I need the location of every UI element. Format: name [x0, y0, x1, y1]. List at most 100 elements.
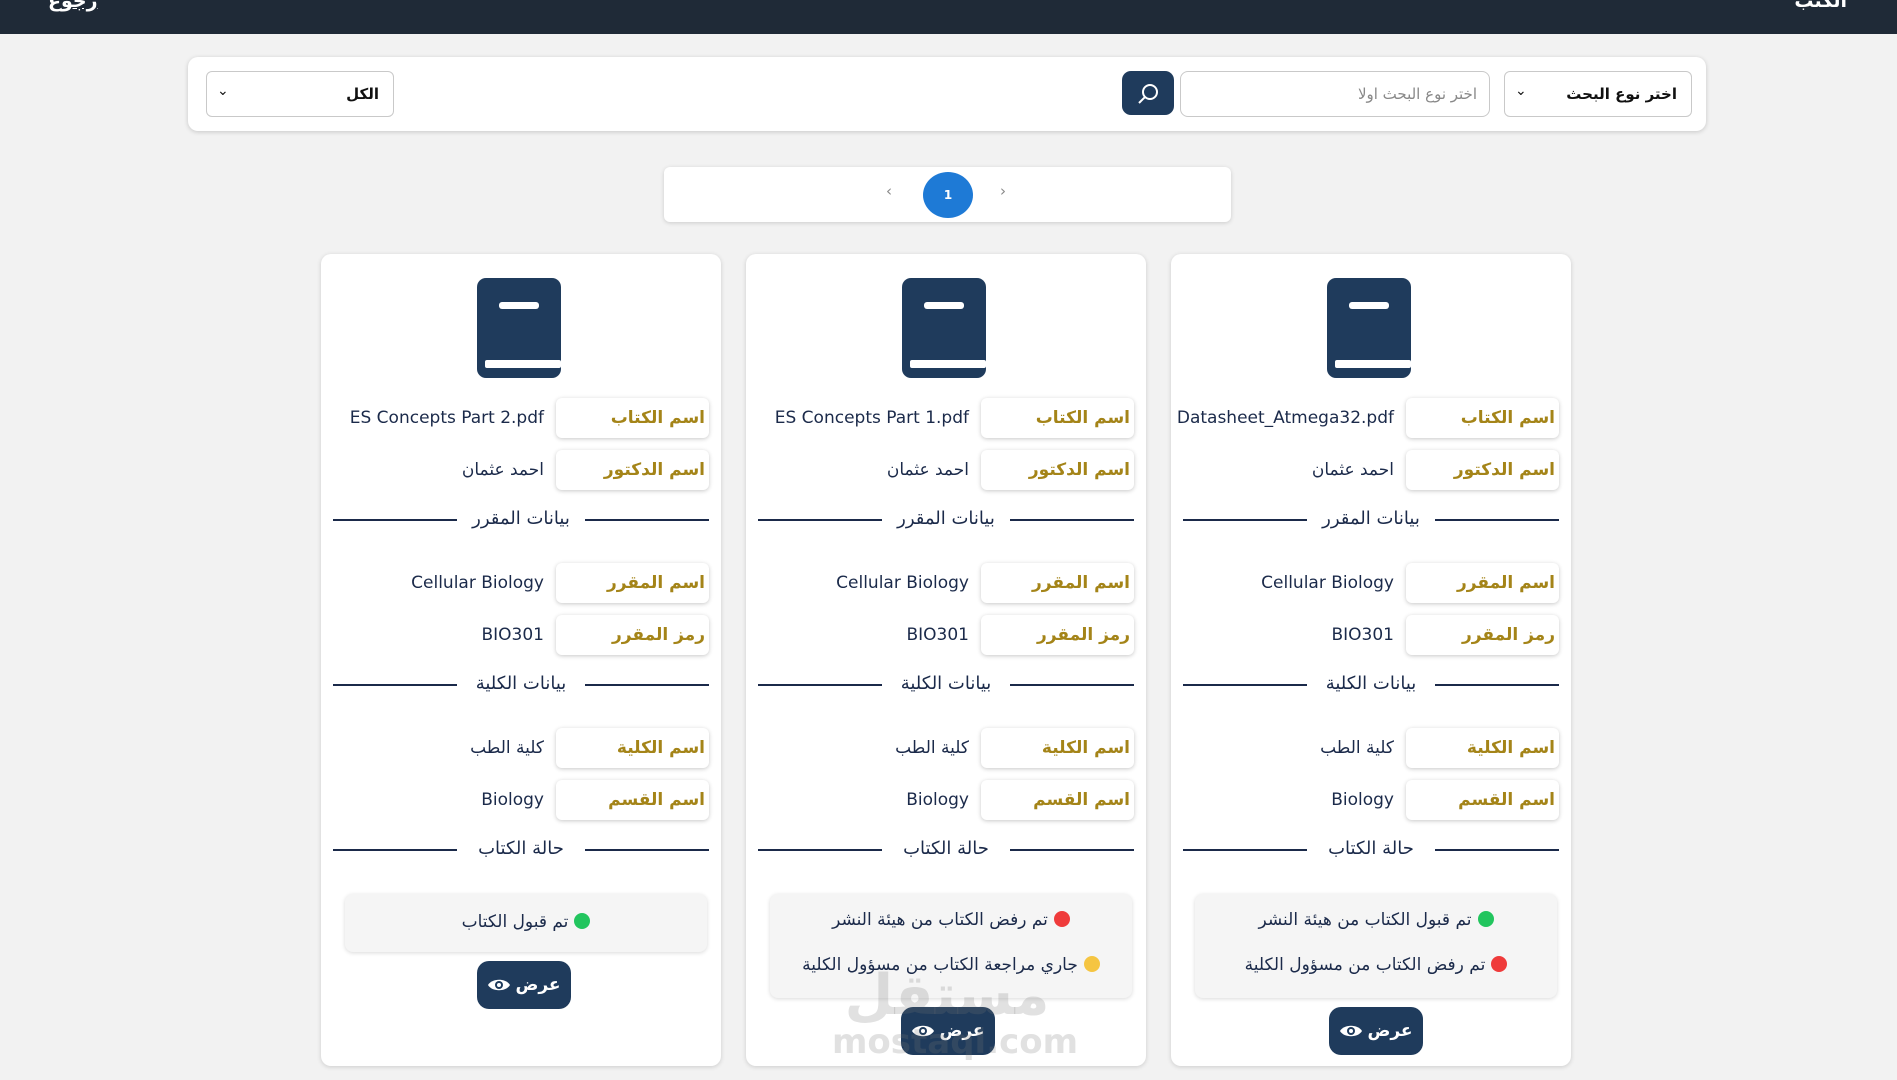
book-icon [902, 278, 986, 378]
college-section-title: بيانات الكلية [900, 673, 992, 694]
course-name-label: اسم المقرر [981, 563, 1134, 603]
college-section-title: بيانات الكلية [1325, 673, 1417, 694]
search-icon [1138, 84, 1158, 104]
department-name-value: Biology [906, 790, 969, 810]
book-icon [1327, 278, 1411, 378]
book-name-value: ES Concepts Part 2.pdf [349, 408, 544, 428]
back-link[interactable]: رجوع [48, 0, 98, 12]
course-code-value: BIO301 [481, 625, 544, 645]
book-name-label: اسم الكتاب [556, 398, 709, 438]
view-button[interactable]: عرض [477, 961, 571, 1009]
course-name-value: Cellular Biology [1261, 573, 1394, 593]
college-section-title: بيانات الكلية [475, 673, 567, 694]
doctor-name-value: احمد عثمان [461, 460, 544, 480]
department-name-label: اسم القسم [556, 780, 709, 820]
status-item: جاري مراجعة الكتاب من مسؤول الكلية [770, 955, 1132, 975]
status-pending-dot [1083, 956, 1100, 972]
status-section-title: حالة الكتاب [1328, 838, 1414, 859]
view-button-label: عرض [515, 975, 561, 995]
status-item: تم رفض الكتاب من مسؤول الكلية [1195, 955, 1557, 975]
book-card: اسم الكتاب ES Concepts Part 2.pdf اسم الد… [321, 254, 721, 1066]
book-name-label: اسم الكتاب [1406, 398, 1559, 438]
course-section-title: بيانات المقرر [897, 508, 995, 529]
course-code-value: BIO301 [1331, 625, 1394, 645]
course-name-value: Cellular Biology [411, 573, 544, 593]
chevron-down-icon: ⌄ [217, 83, 229, 99]
course-name-value: Cellular Biology [836, 573, 969, 593]
status-item: تم قبول الكتاب من هيئة النشر [1195, 910, 1557, 930]
status-rejected-dot [1053, 911, 1070, 927]
view-button[interactable]: عرض [1329, 1007, 1423, 1055]
filter-bar: اختر نوع البحث ⌄ الكل ⌄ [188, 57, 1706, 131]
view-button-label: عرض [939, 1021, 985, 1041]
book-name-value: ES Concepts Part 1.pdf [774, 408, 969, 428]
search-button[interactable] [1122, 71, 1174, 115]
department-name-label: اسم القسم [1406, 780, 1559, 820]
view-button[interactable]: عرض [901, 1007, 995, 1055]
search-input[interactable] [1180, 71, 1490, 117]
book-name-value: Datasheet_Atmega32.pdf [1176, 408, 1394, 428]
college-section-divider: بيانات الكلية [1183, 673, 1559, 697]
view-button-label: عرض [1367, 1021, 1413, 1041]
pagination: ‹ 1 › [664, 167, 1231, 222]
course-code-label: رمز المقرر [981, 615, 1134, 655]
top-navbar: الكتب رجوع [0, 0, 1897, 34]
book-name-label: اسم الكتاب [981, 398, 1134, 438]
doctor-name-label: اسم الدكتور [556, 450, 709, 490]
page-1-button[interactable]: 1 [923, 172, 973, 218]
status-text: تم رفض الكتاب من هيئة النشر [832, 910, 1048, 930]
course-name-label: اسم المقرر [556, 563, 709, 603]
eye-icon [488, 979, 511, 991]
book-card: اسم الكتاب Datasheet_Atmega32.pdf اسم الد… [1171, 254, 1571, 1066]
doctor-name-label: اسم الدكتور [1406, 450, 1559, 490]
status-section-title: حالة الكتاب [478, 838, 564, 859]
status-text: تم قبول الكتاب [461, 912, 569, 932]
course-code-label: رمز المقرر [556, 615, 709, 655]
status-text: تم قبول الكتاب من هيئة النشر [1258, 910, 1472, 930]
course-section-divider: بيانات المقرر [333, 508, 709, 532]
college-section-divider: بيانات الكلية [758, 673, 1134, 697]
status-filter-select[interactable]: الكل ⌄ [206, 71, 394, 117]
search-type-select[interactable]: اختر نوع البحث ⌄ [1504, 71, 1692, 117]
college-name-value: كلية الطب [1320, 738, 1394, 758]
eye-icon [912, 1025, 935, 1037]
status-item: تم رفض الكتاب من هيئة النشر [770, 910, 1132, 930]
status-section-divider: حالة الكتاب [333, 838, 709, 862]
status-section-divider: حالة الكتاب [1183, 838, 1559, 862]
college-section-divider: بيانات الكلية [333, 673, 709, 697]
status-text: جاري مراجعة الكتاب من مسؤول الكلية [802, 955, 1078, 975]
status-accepted-dot [574, 913, 591, 929]
status-filter-value: الكل [346, 85, 379, 103]
course-section-divider: بيانات المقرر [1183, 508, 1559, 532]
college-name-value: كلية الطب [470, 738, 544, 758]
book-icon [477, 278, 561, 378]
status-box: تم رفض الكتاب من هيئة النشر جاري مراجعة … [770, 894, 1132, 998]
course-section-divider: بيانات المقرر [758, 508, 1134, 532]
college-name-label: اسم الكلية [556, 728, 709, 768]
next-page-button[interactable]: › [1000, 182, 1006, 200]
course-code-value: BIO301 [906, 625, 969, 645]
course-section-title: بيانات المقرر [472, 508, 570, 529]
status-section-divider: حالة الكتاب [758, 838, 1134, 862]
status-accepted-dot [1477, 911, 1494, 927]
doctor-name-value: احمد عثمان [886, 460, 969, 480]
department-name-label: اسم القسم [981, 780, 1134, 820]
prev-page-button[interactable]: ‹ [886, 182, 892, 200]
book-card: اسم الكتاب ES Concepts Part 1.pdf اسم الد… [746, 254, 1146, 1066]
doctor-name-value: احمد عثمان [1311, 460, 1394, 480]
course-section-title: بيانات المقرر [1322, 508, 1420, 529]
college-name-label: اسم الكلية [1406, 728, 1559, 768]
college-name-value: كلية الطب [895, 738, 969, 758]
doctor-name-label: اسم الدكتور [981, 450, 1134, 490]
status-text: تم رفض الكتاب من مسؤول الكلية [1244, 955, 1486, 975]
status-rejected-dot [1491, 956, 1508, 972]
status-item: تم قبول الكتاب [345, 912, 707, 932]
page-title: الكتب [1794, 0, 1847, 12]
search-type-value: اختر نوع البحث [1566, 85, 1677, 103]
college-name-label: اسم الكلية [981, 728, 1134, 768]
status-box: تم قبول الكتاب [345, 894, 707, 952]
course-name-label: اسم المقرر [1406, 563, 1559, 603]
course-code-label: رمز المقرر [1406, 615, 1559, 655]
department-name-value: Biology [1331, 790, 1394, 810]
chevron-down-icon: ⌄ [1515, 83, 1527, 99]
